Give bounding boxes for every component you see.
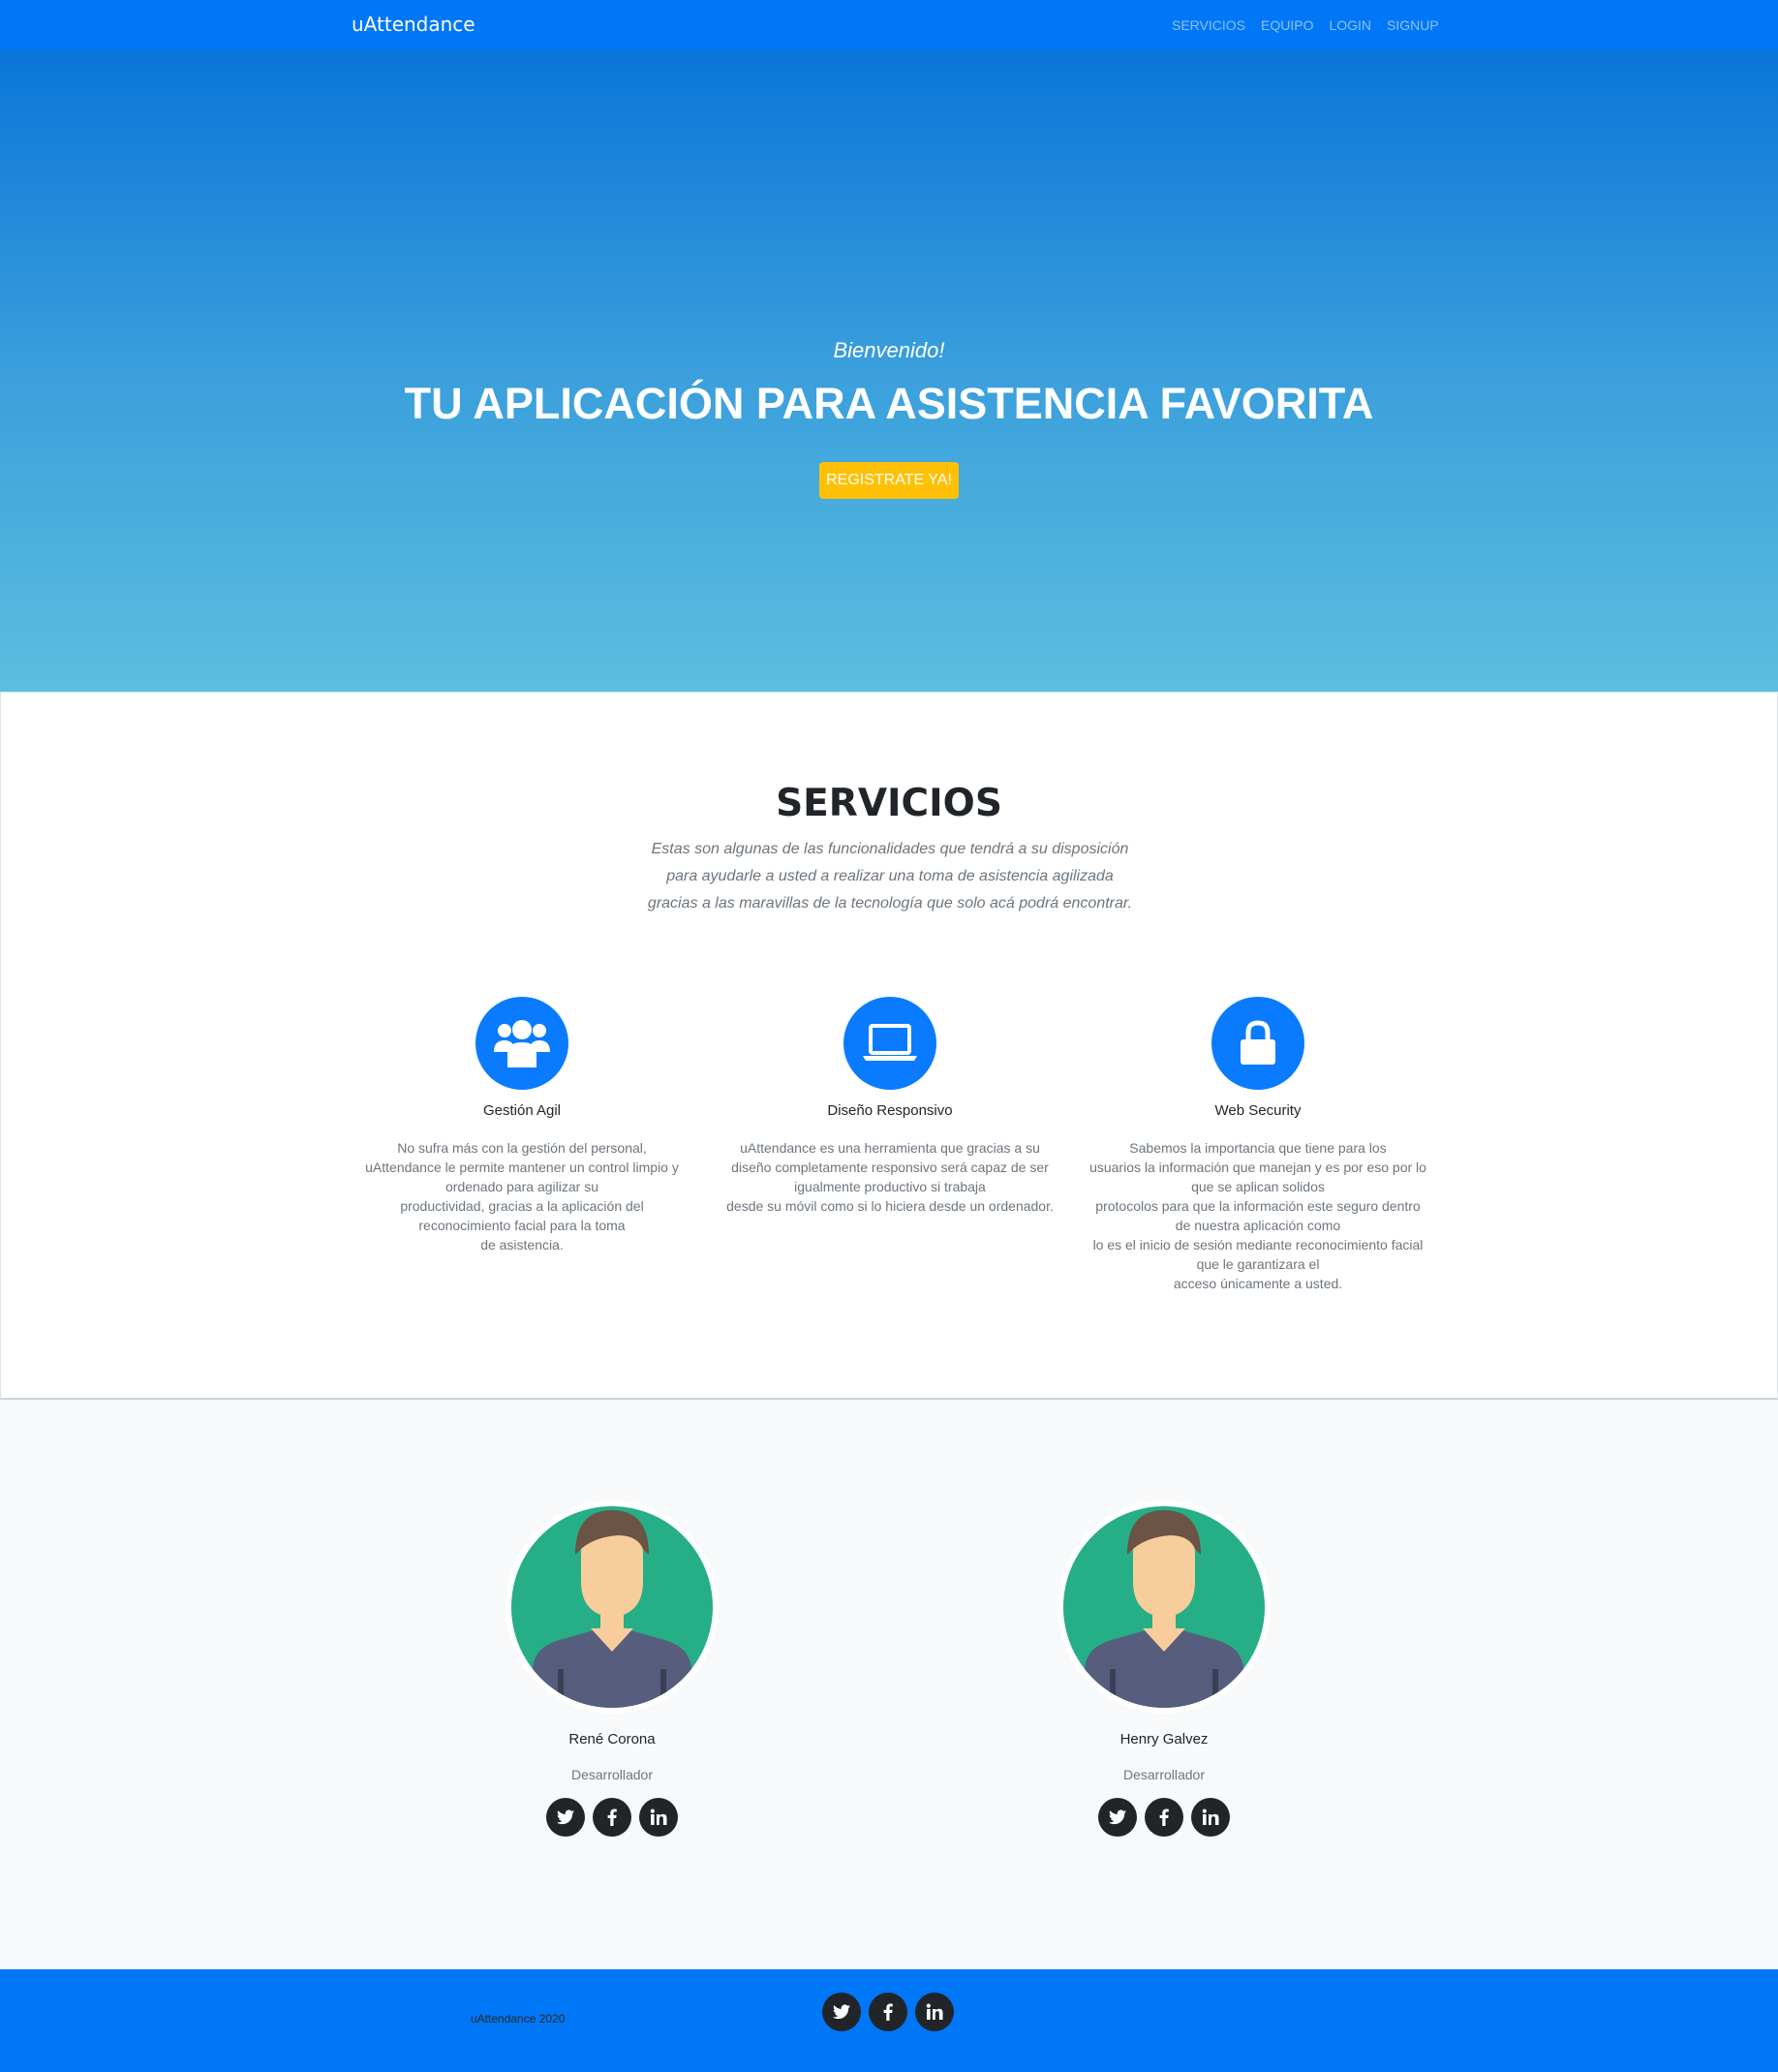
linkedin-icon[interactable]	[1191, 1798, 1230, 1837]
register-button[interactable]: REGISTRATE YA!	[819, 462, 959, 499]
member-role: Desarrollador	[570, 1767, 654, 1782]
service-text: Sabemos la importancia que tiene para lo…	[1089, 1140, 1426, 1291]
services-title: SERVICIOS	[776, 782, 1002, 825]
service-name: Gestión Agil	[482, 1102, 562, 1119]
twitter-icon[interactable]	[1098, 1798, 1137, 1837]
service-card-responsive: Diseño Responsivo uAttendance es una her…	[716, 997, 1064, 1216]
service-card-gestion: Gestión Agil No sufra más con la gestión…	[348, 997, 696, 1254]
member-role: Desarrollador	[1122, 1767, 1206, 1782]
nav-link-signup[interactable]: SIGNUP	[1387, 17, 1439, 33]
service-card-security: Web Security Sabemos la importancia que …	[1084, 997, 1432, 1293]
lock-icon	[1211, 997, 1304, 1090]
member-name: Henry Galvez	[1119, 1731, 1209, 1747]
footer-social-links	[822, 1993, 954, 2031]
laptop-icon	[843, 997, 936, 1090]
nav-link-equipo[interactable]: EQUIPO	[1261, 17, 1313, 33]
navbar: uAttendance SERVICIOS EQUIPO LOGIN SIGNU…	[0, 0, 1778, 49]
services-section: SERVICIOS Estas son algunas de las funci…	[0, 692, 1778, 1400]
social-links	[1058, 1798, 1271, 1837]
linkedin-icon[interactable]	[639, 1798, 678, 1837]
brand-logo[interactable]: uAttendance	[352, 13, 475, 36]
avatar	[506, 1500, 719, 1714]
member-name: René Corona	[568, 1731, 656, 1747]
avatar	[1058, 1500, 1271, 1714]
team-member-card: Henry Galvez Desarrollador	[1058, 1500, 1271, 1837]
linkedin-icon[interactable]	[915, 1993, 954, 2031]
hero-section: Bienvenido! TU APLICACIÓN PARA ASISTENCI…	[0, 49, 1778, 692]
twitter-icon[interactable]	[546, 1798, 585, 1837]
nav-links: SERVICIOS EQUIPO LOGIN SIGNUP	[1172, 17, 1439, 33]
users-icon	[475, 997, 568, 1090]
nav-link-login[interactable]: LOGIN	[1329, 17, 1371, 33]
service-name: Web Security	[1214, 1102, 1302, 1119]
facebook-icon[interactable]	[869, 1993, 907, 2031]
copyright-text: uAttendance 2020	[471, 2012, 566, 2026]
facebook-icon[interactable]	[1145, 1798, 1183, 1837]
facebook-icon[interactable]	[593, 1798, 631, 1837]
service-text: uAttendance es una herramienta que graci…	[726, 1140, 1054, 1214]
service-name: Diseño Responsivo	[827, 1102, 953, 1119]
services-subtitle: Estas son algunas de las funcionalidades…	[647, 841, 1133, 912]
nav-link-servicios[interactable]: SERVICIOS	[1172, 17, 1245, 33]
footer: uAttendance 2020	[0, 1969, 1778, 2072]
hero-welcome: Bienvenido!	[833, 338, 945, 362]
hero-title: TU APLICACIÓN PARA ASISTENCIA FAVORITA	[404, 379, 1374, 428]
team-member-card: René Corona Desarrollador	[506, 1500, 719, 1837]
social-links	[506, 1798, 719, 1837]
service-text: No sufra más con la gestión del personal…	[365, 1140, 679, 1252]
twitter-icon[interactable]	[822, 1993, 861, 2031]
